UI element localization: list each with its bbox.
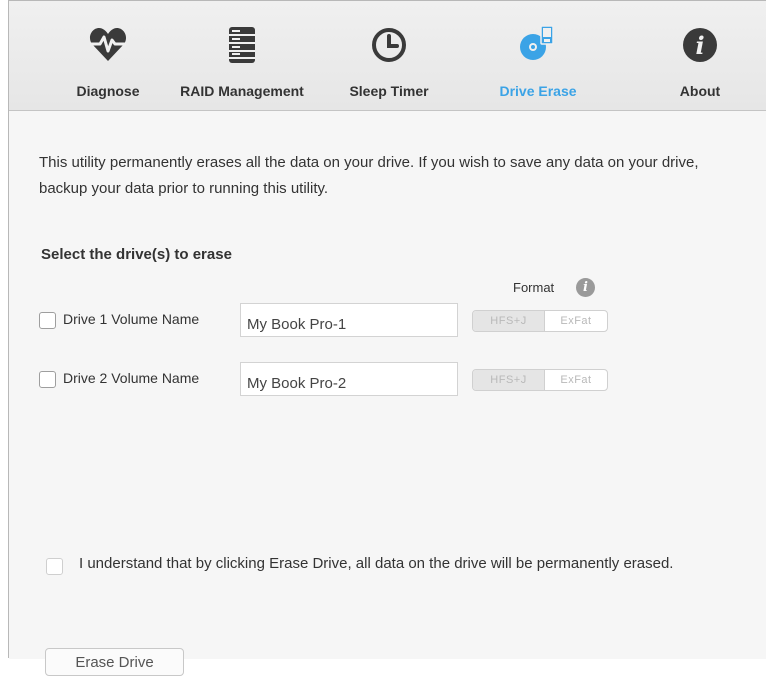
tab-about[interactable]: i About [645,1,755,111]
tab-raid-management[interactable]: RAID Management [167,1,317,111]
drive-1-volume-name-input[interactable] [240,303,458,337]
format-option-hfsj[interactable]: HFS+J [473,370,545,390]
select-drives-title: Select the drive(s) to erase [41,246,232,263]
format-option-hfsj[interactable]: HFS+J [473,311,545,331]
acknowledge-text: I understand that by clicking Erase Driv… [79,555,674,572]
acknowledge-checkbox[interactable] [46,558,63,575]
drive-erase-panel: This utility permanently erases all the … [9,112,766,676]
tab-label: Diagnose [76,83,140,99]
tab-label: About [679,83,721,99]
tab-sleep-timer[interactable]: Sleep Timer [329,1,449,111]
drive-1-checkbox[interactable] [39,312,56,329]
toolbar: Diagnose RAID Management Sleep Timer Dri… [9,1,766,111]
stack-icon [229,27,255,63]
disk-erase-icon [520,25,554,60]
tab-label: Drive Erase [499,83,577,99]
tab-label: Sleep Timer [349,83,429,99]
format-option-exfat[interactable]: ExFat [545,311,607,331]
tab-diagnose[interactable]: Diagnose [53,1,163,111]
info-icon: i [683,28,717,62]
clock-icon [372,28,406,62]
drive-1-format-selector: HFS+J ExFat [472,310,608,332]
drive-2-format-selector: HFS+J ExFat [472,369,608,391]
drive-1-label: Drive 1 Volume Name [63,311,200,327]
heartbeat-icon [89,28,127,61]
drive-2-checkbox[interactable] [39,371,56,388]
intro-text: This utility permanently erases all the … [39,154,699,197]
tab-label: RAID Management [180,83,304,99]
svg-text:i: i [695,31,704,60]
drive-row-1: Drive 1 Volume Name HFS+J ExFat [39,303,639,337]
format-info-icon[interactable]: i [576,278,595,297]
format-label: Format [513,280,555,295]
format-option-exfat[interactable]: ExFat [545,370,607,390]
drive-row-2: Drive 2 Volume Name HFS+J ExFat [39,362,639,396]
tab-drive-erase[interactable]: Drive Erase [483,1,593,111]
erase-drive-button[interactable]: Erase Drive [45,648,184,676]
drive-2-label: Drive 2 Volume Name [63,370,200,386]
drive-2-volume-name-input[interactable] [240,362,458,396]
app-window: Diagnose RAID Management Sleep Timer Dri… [8,0,766,676]
